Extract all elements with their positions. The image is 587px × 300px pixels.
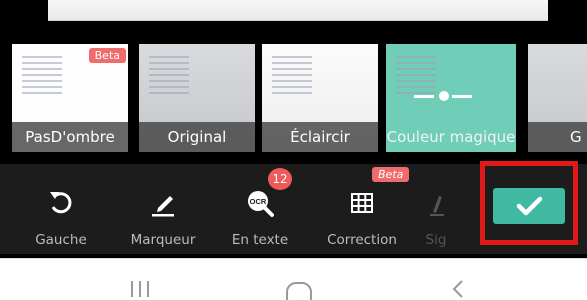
- beta-badge: Beta: [372, 167, 410, 182]
- filter-label: G: [528, 122, 587, 152]
- rotate-left-icon: [50, 192, 72, 214]
- to-text-button[interactable]: OCR En texte: [212, 164, 308, 254]
- document-preview: [0, 0, 587, 40]
- filter-brighten[interactable]: Éclaircir: [262, 44, 378, 152]
- ocr-icon: OCR: [248, 191, 274, 217]
- grid-correction-icon: [351, 193, 373, 213]
- document-page: [48, 0, 548, 21]
- tool-label: Gauche: [35, 232, 87, 248]
- scanner-screen: Beta PasD'ombre Original Éclaircir Coule…: [0, 0, 587, 300]
- tool-label: Marqueur: [130, 232, 196, 248]
- ocr-count-badge: 12: [268, 168, 292, 190]
- filter-grayscale[interactable]: G: [528, 44, 587, 152]
- tool-label: Sig: [425, 232, 447, 248]
- tool-label: En texte: [231, 232, 289, 248]
- filter-label: Couleur magique: [386, 122, 516, 152]
- checkmark-icon: [516, 196, 543, 216]
- home-icon[interactable]: [284, 277, 314, 300]
- marker-button[interactable]: Marqueur: [115, 164, 211, 254]
- filter-label: PasD'ombre: [12, 122, 128, 152]
- magic-slider-icon: [414, 91, 472, 101]
- marker-icon: [152, 196, 174, 217]
- filter-no-shadow[interactable]: Beta PasD'ombre: [12, 44, 128, 152]
- filter-strip: Beta PasD'ombre Original Éclaircir Coule…: [0, 44, 587, 154]
- system-navigation-bar: [0, 258, 587, 300]
- filter-magic-color[interactable]: Couleur magique: [386, 44, 516, 152]
- filter-label: Original: [139, 122, 255, 152]
- svg-text:OCR: OCR: [250, 197, 267, 206]
- confirm-button[interactable]: [493, 188, 565, 224]
- signature-icon: [430, 196, 444, 216]
- rotate-left-button[interactable]: Gauche: [13, 164, 109, 254]
- recent-apps-icon[interactable]: [128, 277, 152, 297]
- filter-label: Éclaircir: [262, 122, 378, 152]
- filter-original[interactable]: Original: [139, 44, 255, 152]
- back-icon[interactable]: [448, 277, 468, 300]
- confirm-highlight: [480, 161, 578, 245]
- beta-badge: Beta: [88, 48, 126, 63]
